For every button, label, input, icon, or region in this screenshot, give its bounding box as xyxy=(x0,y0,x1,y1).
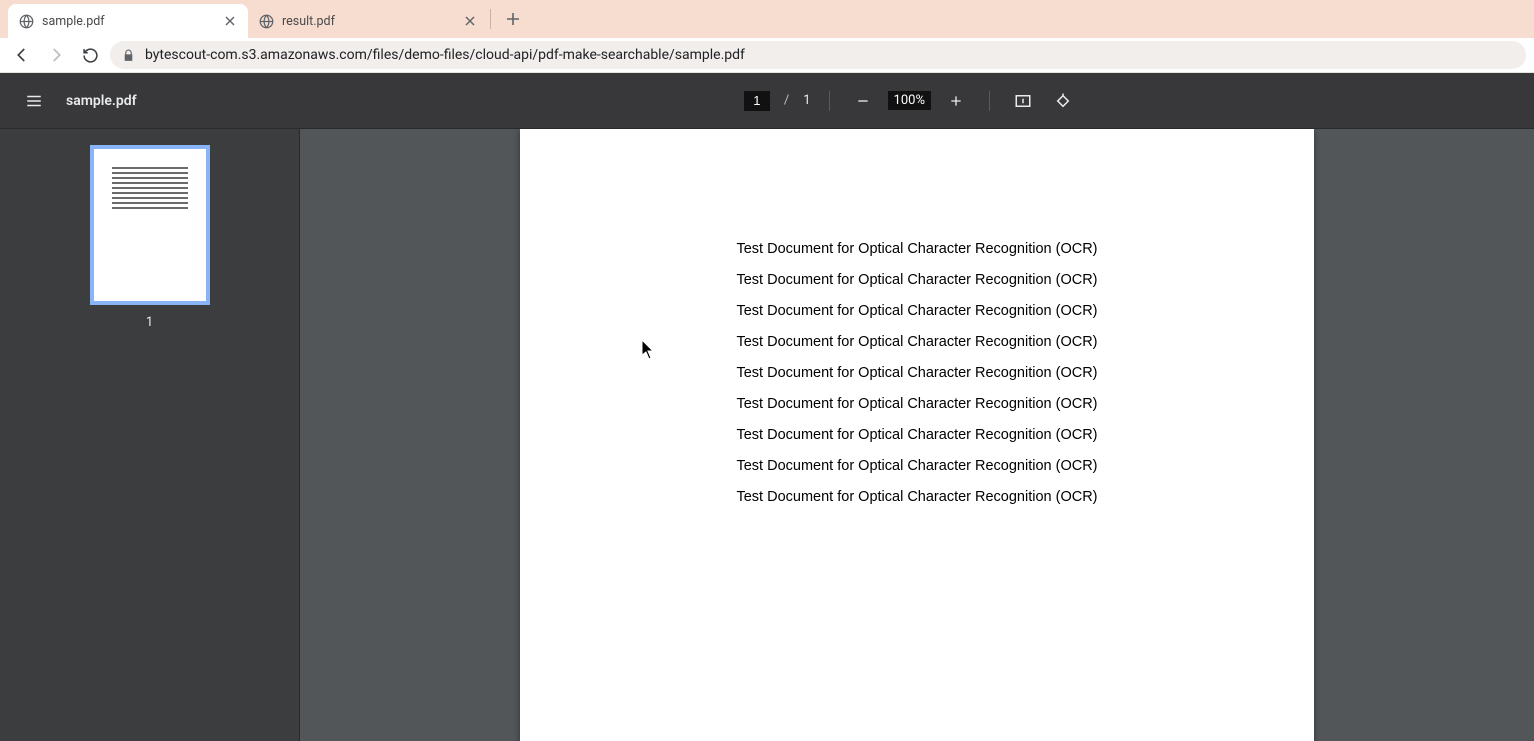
browser-tab-strip: sample.pdf result.pdf xyxy=(0,0,1534,38)
thumbnail-label: 1 xyxy=(146,315,153,330)
document-line: Test Document for Optical Character Reco… xyxy=(580,272,1254,288)
browser-tab[interactable]: result.pdf xyxy=(248,4,488,38)
tab-title: result.pdf xyxy=(282,14,335,29)
browser-toolbar: bytescout-com.s3.amazonaws.com/files/dem… xyxy=(0,38,1534,73)
lock-icon xyxy=(122,49,135,62)
document-line: Test Document for Optical Character Reco… xyxy=(580,458,1254,474)
pdf-tools: / 1 100% xyxy=(744,86,1078,116)
new-tab-button[interactable] xyxy=(499,5,527,33)
thumbnail-preview xyxy=(112,167,188,209)
close-icon[interactable] xyxy=(462,13,478,29)
zoom-level: 100% xyxy=(888,91,931,110)
tab-title: sample.pdf xyxy=(42,14,105,29)
forward-button[interactable] xyxy=(42,41,70,69)
document-line: Test Document for Optical Character Reco… xyxy=(580,396,1254,412)
fit-page-button[interactable] xyxy=(1008,86,1038,116)
pdf-toolbar: sample.pdf / 1 100% xyxy=(0,73,1534,129)
document-line: Test Document for Optical Character Reco… xyxy=(580,241,1254,257)
page-separator: / xyxy=(784,93,789,108)
document-line: Test Document for Optical Character Reco… xyxy=(580,427,1254,443)
tab-separator xyxy=(490,9,491,29)
document-line: Test Document for Optical Character Reco… xyxy=(580,334,1254,350)
url-text: bytescout-com.s3.amazonaws.com/files/dem… xyxy=(145,47,745,63)
rotate-button[interactable] xyxy=(1048,86,1078,116)
divider xyxy=(829,91,830,111)
globe-icon xyxy=(258,13,274,29)
reload-button[interactable] xyxy=(76,41,104,69)
globe-icon xyxy=(18,13,34,29)
zoom-out-button[interactable] xyxy=(848,86,878,116)
pdf-page: Test Document for Optical Character Reco… xyxy=(520,129,1314,741)
page-thumbnail[interactable] xyxy=(90,145,210,305)
page-scroll-area[interactable]: Test Document for Optical Character Reco… xyxy=(300,129,1534,741)
document-line: Test Document for Optical Character Reco… xyxy=(580,365,1254,381)
back-button[interactable] xyxy=(8,41,36,69)
page-total: 1 xyxy=(803,93,810,108)
pdf-filename: sample.pdf xyxy=(66,93,137,109)
document-line: Test Document for Optical Character Reco… xyxy=(580,303,1254,319)
address-bar[interactable]: bytescout-com.s3.amazonaws.com/files/dem… xyxy=(110,41,1526,69)
close-icon[interactable] xyxy=(222,13,238,29)
zoom-in-button[interactable] xyxy=(941,86,971,116)
page-number-input[interactable] xyxy=(744,91,770,111)
divider xyxy=(989,91,990,111)
browser-tab-active[interactable]: sample.pdf xyxy=(8,4,248,38)
pdf-body: 1 Test Document for Optical Character Re… xyxy=(0,129,1534,741)
thumbnail-pane: 1 xyxy=(0,129,300,741)
hamburger-icon[interactable] xyxy=(16,83,52,119)
document-line: Test Document for Optical Character Reco… xyxy=(580,489,1254,505)
